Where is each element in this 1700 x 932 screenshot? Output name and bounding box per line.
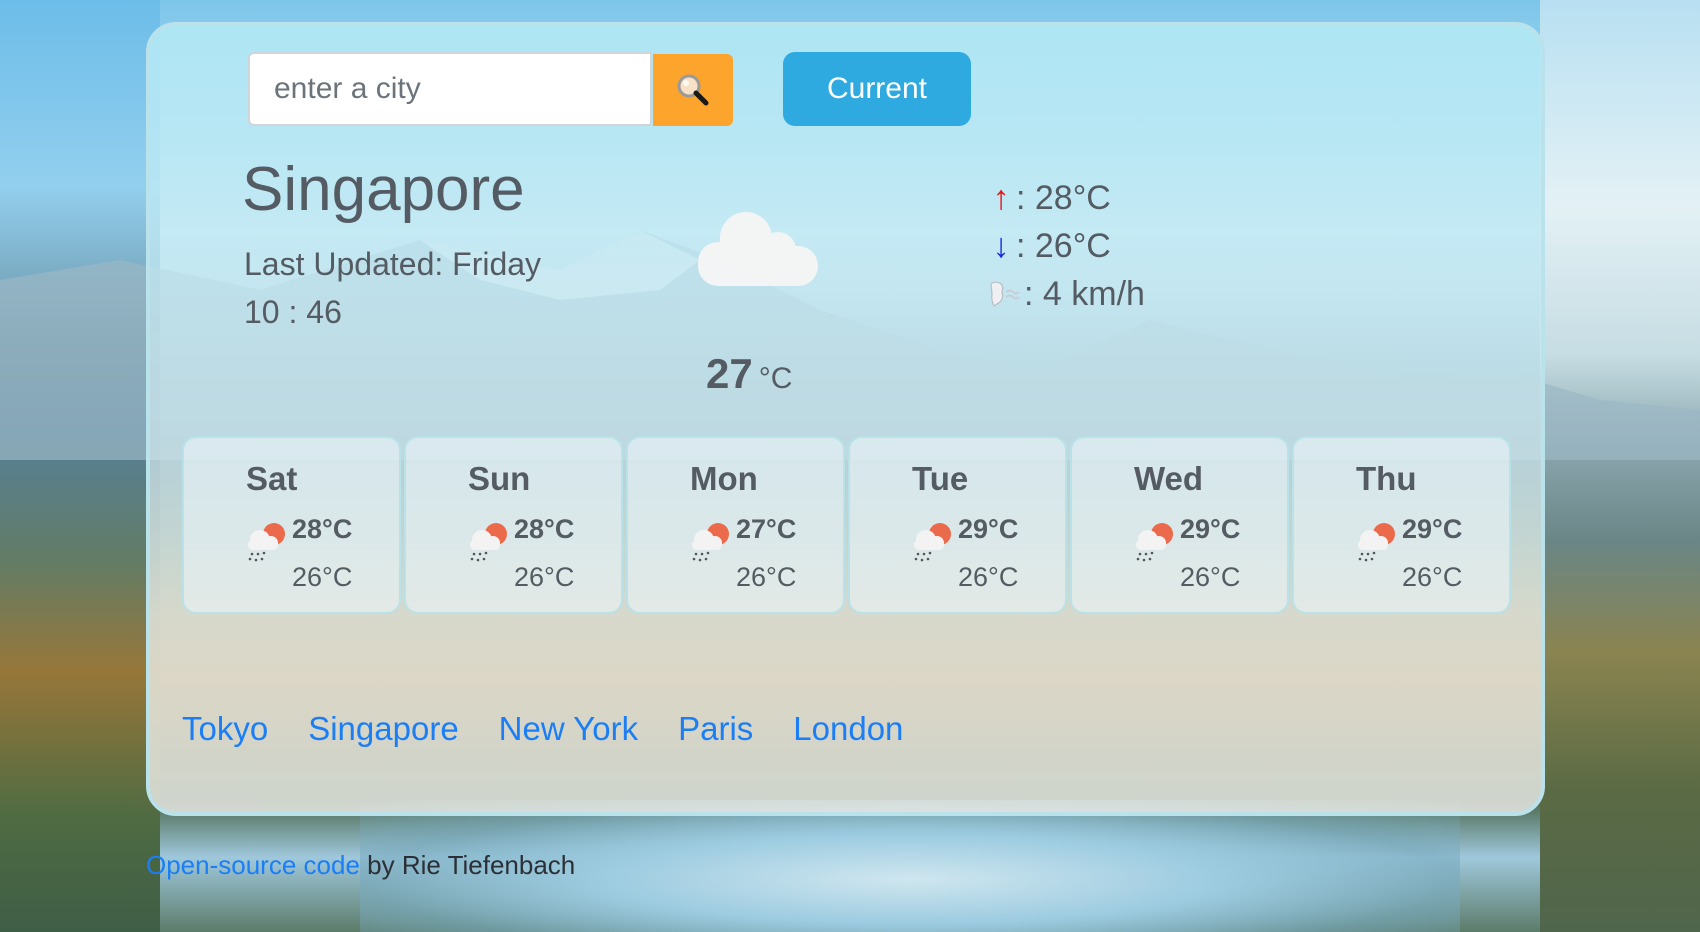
city-search-input[interactable] <box>248 52 652 126</box>
forecast-low: 26°C <box>958 562 1019 592</box>
current-location-button[interactable]: Current <box>783 52 971 126</box>
high-temperature: ↑ : 28°C <box>986 174 1145 222</box>
wind-speed: : 4 km/h <box>986 270 1145 318</box>
forecast-high: 29°C <box>958 514 1019 544</box>
forecast-day: Thu 29°C 26°C <box>1292 436 1511 614</box>
forecast-low: 26°C <box>292 562 353 592</box>
footer: Open-source code by Rie Tiefenbach <box>146 850 575 881</box>
current-temperature-value: 27 <box>706 350 753 397</box>
city-link-london[interactable]: London <box>793 710 903 748</box>
forecast-day-name: Tue <box>912 460 969 497</box>
search-button[interactable] <box>653 54 733 126</box>
low-temperature: ↓ : 26°C <box>986 222 1145 270</box>
forecast-day: Mon 27°C 26°C <box>626 436 845 614</box>
cloud-icon <box>698 212 818 286</box>
forecast-low: 26°C <box>736 562 797 592</box>
background-right <box>1540 0 1700 932</box>
forecast-high: 27°C <box>736 514 797 544</box>
city-link-paris[interactable]: Paris <box>678 710 753 748</box>
forecast-low: 26°C <box>1402 562 1463 592</box>
forecast-day: Sun 28°C 26°C <box>404 436 623 614</box>
forecast-low: 26°C <box>1180 562 1241 592</box>
forecast-day: Sat 28°C 26°C <box>182 436 401 614</box>
forecast-day-name: Thu <box>1356 460 1417 497</box>
wind-face-icon <box>986 280 1024 308</box>
forecast-day: Wed 29°C 26°C <box>1070 436 1289 614</box>
forecast-list: Sat 28°C 26°C Sun 28°C 26°C Mon 27°C 26°… <box>182 436 1511 614</box>
forecast-low: 26°C <box>514 562 575 592</box>
city-link-new-york[interactable]: New York <box>499 710 638 748</box>
sun-behind-rain-cloud-icon <box>470 523 507 562</box>
forecast-day-name: Sun <box>468 460 531 497</box>
weather-stats: ↑ : 28°C ↓ : 26°C : 4 km/h <box>986 174 1145 318</box>
magnifying-glass-icon <box>677 74 709 106</box>
forecast-day: Tue 29°C 26°C <box>848 436 1067 614</box>
arrow-down-icon: ↓ <box>992 226 1010 265</box>
forecast-day-name: Sat <box>246 460 298 497</box>
sun-behind-rain-cloud-icon <box>248 523 285 562</box>
sun-behind-rain-cloud-icon <box>1136 523 1173 562</box>
arrow-up-icon: ↑ <box>992 178 1010 217</box>
forecast-day-name: Mon <box>690 460 758 497</box>
wind-speed-value: : 4 km/h <box>1024 274 1145 313</box>
forecast-high: 28°C <box>514 514 575 544</box>
background-left <box>0 0 160 932</box>
city-link-singapore[interactable]: Singapore <box>308 710 458 748</box>
sun-behind-rain-cloud-icon <box>692 523 729 562</box>
last-updated-time: 10 : 46 <box>244 294 342 330</box>
low-temperature-value: : 26°C <box>1016 226 1111 265</box>
high-temperature-value: : 28°C <box>1016 178 1111 217</box>
temperature-unit: °C <box>758 362 793 395</box>
city-links: Tokyo Singapore New York Paris London <box>182 710 903 748</box>
last-updated: Last Updated: Friday 10 : 46 <box>244 240 541 336</box>
forecast-high: 28°C <box>292 514 353 544</box>
open-source-link[interactable]: Open-source code <box>146 850 360 880</box>
current-temperature: 27 °C <box>706 350 792 398</box>
forecast-high: 29°C <box>1402 514 1463 544</box>
sun-behind-rain-cloud-icon <box>914 523 951 562</box>
city-link-tokyo[interactable]: Tokyo <box>182 710 268 748</box>
last-updated-day: Last Updated: Friday <box>244 246 542 282</box>
forecast-day-name: Wed <box>1134 460 1204 497</box>
weather-card: Current Singapore Last Updated: Friday 1… <box>146 22 1545 816</box>
city-name: Singapore <box>242 155 525 224</box>
footer-author: by Rie Tiefenbach <box>359 850 576 880</box>
sun-behind-rain-cloud-icon <box>1358 523 1395 562</box>
forecast-high: 29°C <box>1180 514 1241 544</box>
